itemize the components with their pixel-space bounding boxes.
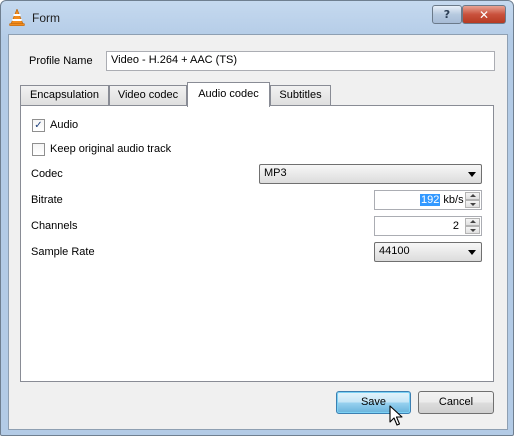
keep-original-audio-label: Keep original audio track xyxy=(50,143,172,155)
close-icon: ✕ xyxy=(478,7,490,22)
tab-audio-codec[interactable]: Audio codec xyxy=(187,82,270,107)
sample-rate-label: Sample Rate xyxy=(31,246,95,258)
sample-rate-select[interactable]: 44100 xyxy=(374,242,482,262)
vlc-cone-icon xyxy=(9,9,25,26)
bitrate-value: 192 xyxy=(420,194,441,206)
mouse-pointer-icon xyxy=(389,405,403,426)
increment-arrow-icon[interactable] xyxy=(465,218,480,226)
close-button[interactable]: ✕ xyxy=(462,5,506,24)
help-icon: ? xyxy=(443,8,451,21)
bitrate-unit: kb/s xyxy=(443,194,464,206)
tab-encapsulation[interactable]: Encapsulation xyxy=(20,85,109,106)
chevron-down-icon xyxy=(468,250,476,255)
title-bar[interactable]: Form ? ✕ xyxy=(1,1,513,34)
bitrate-spinbox[interactable]: 192 kb/s xyxy=(374,190,482,210)
bitrate-stepper[interactable] xyxy=(465,192,480,208)
checkmark-icon: ✓ xyxy=(34,120,43,131)
window-title: Form xyxy=(32,11,60,25)
audio-checkbox[interactable]: ✓ xyxy=(32,119,45,132)
channels-label: Channels xyxy=(31,220,78,232)
profile-name-input[interactable]: Video - H.264 + AAC (TS) xyxy=(106,51,495,71)
increment-arrow-icon[interactable] xyxy=(465,192,480,200)
tab-video-codec[interactable]: Video codec xyxy=(109,85,187,106)
decrement-arrow-icon[interactable] xyxy=(465,226,480,234)
tab-subtitles[interactable]: Subtitles xyxy=(270,85,331,106)
profile-name-label: Profile Name xyxy=(29,55,93,67)
channels-stepper[interactable] xyxy=(465,218,480,234)
channels-value: 2 xyxy=(452,220,459,232)
decrement-arrow-icon[interactable] xyxy=(465,200,480,208)
chevron-down-icon xyxy=(468,172,476,177)
help-button[interactable]: ? xyxy=(432,5,462,24)
channels-spinbox[interactable]: 2 xyxy=(374,216,482,236)
cancel-button[interactable]: Cancel xyxy=(418,391,494,414)
sample-rate-select-value: 44100 xyxy=(379,245,410,257)
codec-label: Codec xyxy=(31,168,63,180)
keep-original-audio-checkbox[interactable] xyxy=(32,143,45,156)
audio-checkbox-label: Audio xyxy=(50,119,79,131)
codec-select-value: MP3 xyxy=(264,167,287,179)
bitrate-label: Bitrate xyxy=(31,194,63,206)
codec-select[interactable]: MP3 xyxy=(259,164,482,184)
